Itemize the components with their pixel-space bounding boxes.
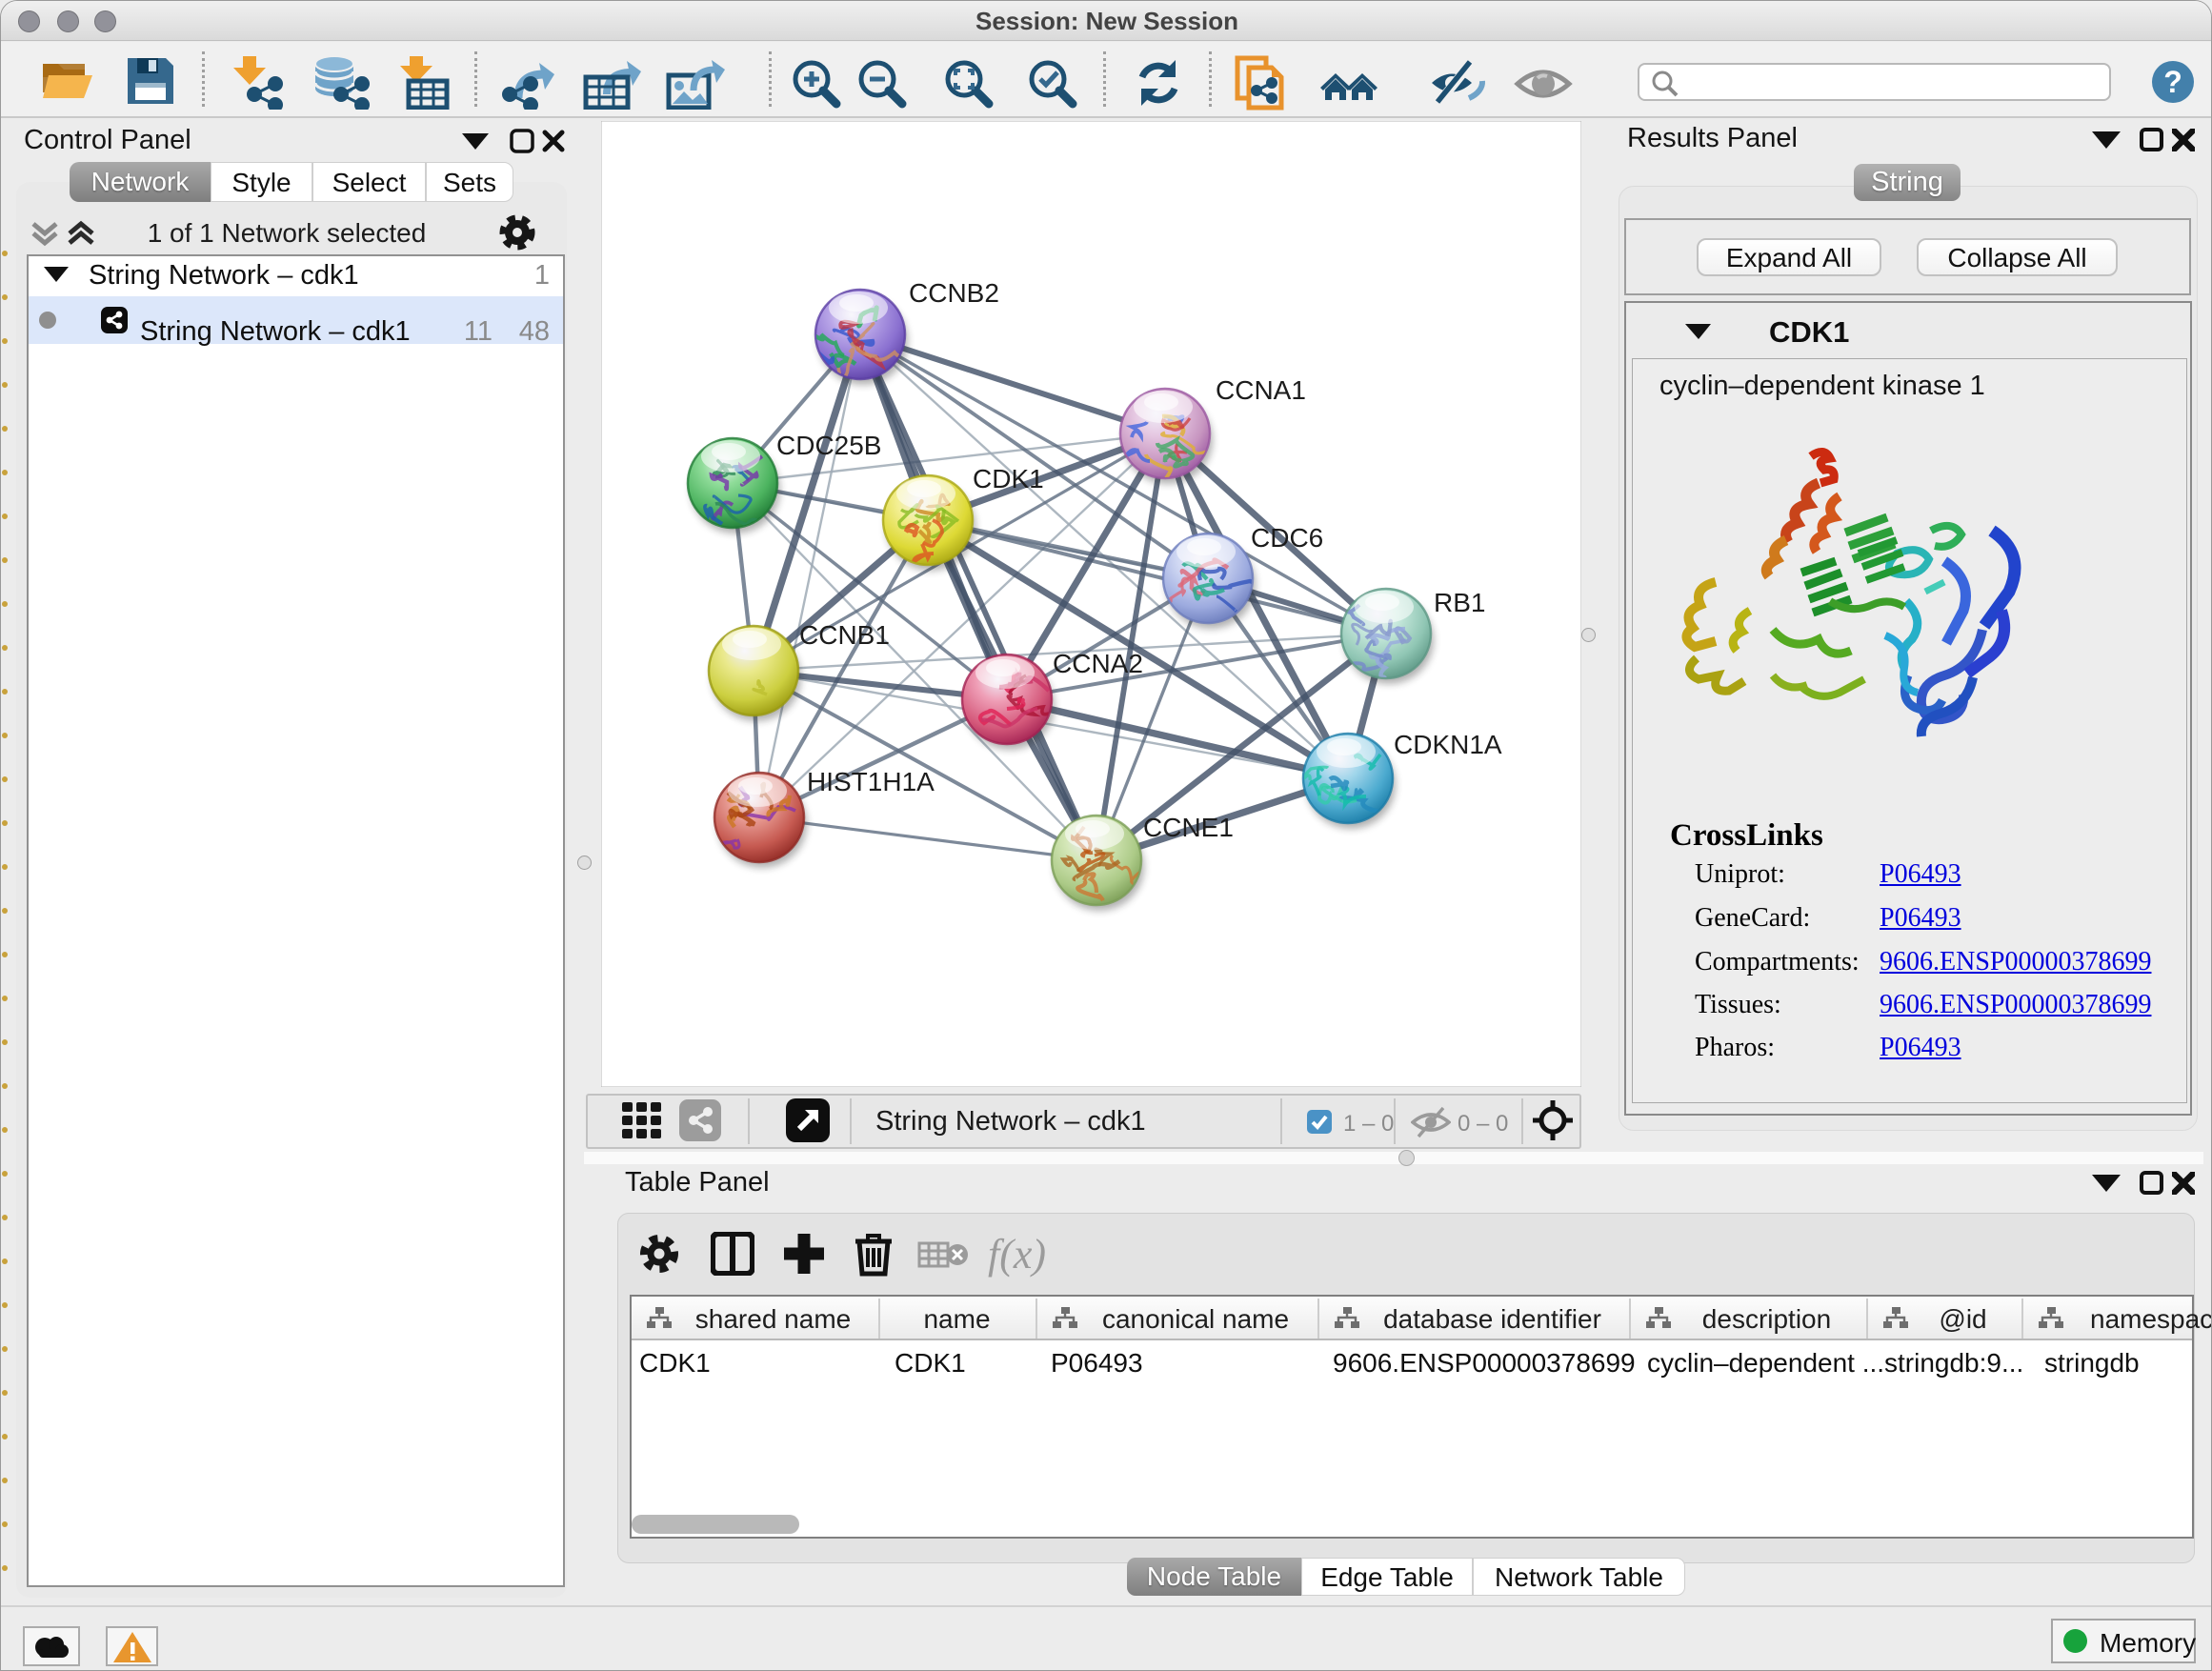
svg-text:CCNA1: CCNA1 bbox=[1216, 375, 1306, 405]
svg-text:RB1: RB1 bbox=[1434, 588, 1485, 617]
svg-text:CCNB1: CCNB1 bbox=[799, 620, 890, 650]
svg-text:CCNE1: CCNE1 bbox=[1143, 813, 1234, 842]
svg-text:CDC25B: CDC25B bbox=[776, 431, 881, 460]
svg-text:?: ? bbox=[2163, 65, 2182, 99]
svg-text:CCNB2: CCNB2 bbox=[909, 278, 999, 308]
svg-text:CDK1: CDK1 bbox=[973, 464, 1044, 493]
svg-text:CCNA2: CCNA2 bbox=[1053, 649, 1143, 678]
svg-text:CDC6: CDC6 bbox=[1251, 523, 1323, 553]
svg-text:HIST1H1A: HIST1H1A bbox=[807, 767, 935, 796]
svg-text:CDKN1A: CDKN1A bbox=[1394, 730, 1502, 759]
